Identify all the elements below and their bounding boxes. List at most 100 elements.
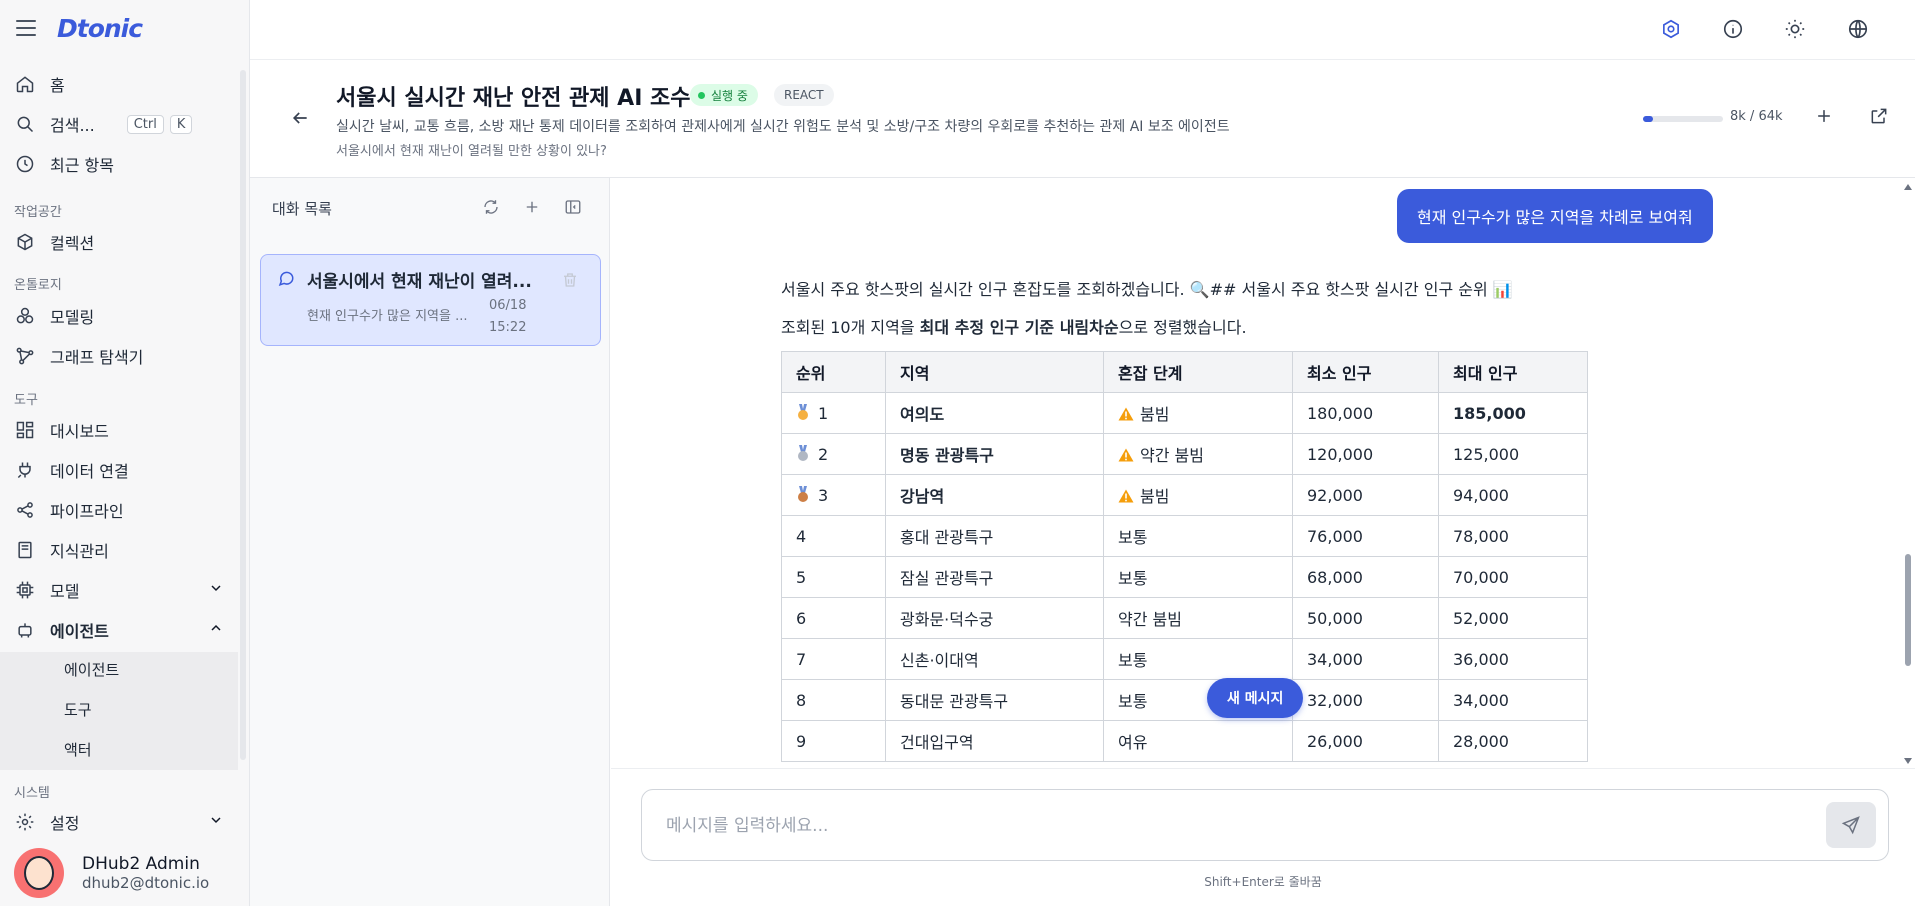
message-input[interactable] [666, 812, 1766, 840]
cell-region: 강남역 [885, 474, 1104, 516]
table-row: 6 광화문·덕수궁 약간 붐빔 50,000 52,000 [781, 597, 1588, 639]
home-icon [14, 73, 36, 95]
rank-value: 3 [818, 485, 829, 505]
cell-min-population: 34,000 [1292, 638, 1439, 680]
sidebar-subitem-actor[interactable]: 액터 [64, 739, 92, 760]
sidebar-item-collection[interactable]: 컬렉션 [14, 226, 94, 258]
collapse-panel-icon[interactable] [564, 198, 582, 220]
summary-text: 으로 정렬했습니다. [1118, 318, 1247, 337]
add-conversation-icon[interactable] [523, 198, 541, 220]
sidebar-item-home[interactable]: 홈 [14, 68, 65, 100]
scroll-down-arrow-icon[interactable] [1904, 758, 1912, 764]
congestion-value: 약간 붐빔 [1118, 610, 1182, 629]
menu-icon[interactable] [16, 20, 36, 36]
conversation-list-item[interactable]: 서울시에서 현재 재난이 열려... 현재 인구수가 많은 지역을 ... 06… [260, 254, 601, 346]
chevron-up-icon[interactable] [208, 620, 224, 640]
composer-area: Shift+Enter로 줄바꿈 [611, 768, 1915, 906]
conversation-list-panel: 대화 목록 서울시에서 현재 재난이 열려... 현재 인구수가 많은 지역을 … [250, 178, 610, 906]
sidebar-item-dashboard[interactable]: 대시보드 [14, 414, 109, 446]
cell-max-population: 70,000 [1438, 556, 1588, 598]
user-name: DHub2 Admin [82, 854, 200, 874]
conversation-time: 15:22 [489, 320, 527, 335]
sidebar-item-label: 데이터 연결 [50, 462, 129, 481]
back-arrow-icon[interactable] [290, 108, 310, 132]
sidebar-item-label: 홈 [50, 76, 65, 95]
sun-icon[interactable] [1784, 18, 1808, 42]
user-profile[interactable]: DHub2 Admin dhub2@dtonic.io [14, 848, 209, 898]
sidebar-item-model[interactable]: 모델 [14, 574, 224, 606]
cell-rank: 9 [781, 720, 886, 762]
rank-value: 2 [818, 444, 829, 464]
sidebar-item-search[interactable]: 검색... Ctrl K [14, 108, 193, 140]
sidebar-item-knowledge[interactable]: 지식관리 [14, 534, 109, 566]
cell-congestion: 붐빔 [1103, 474, 1293, 516]
cell-region: 잠실 관광특구 [885, 556, 1104, 598]
globe-icon[interactable] [1847, 18, 1871, 42]
type-badge: REACT [774, 84, 834, 106]
rank-value: 4 [796, 526, 807, 546]
cell-congestion: 약간 붐빔 [1103, 433, 1293, 475]
cell-min-population: 120,000 [1292, 433, 1439, 475]
shortcut-key-ctrl: Ctrl [126, 114, 164, 134]
table-header-row: 순위 지역 혼잡 단계 최소 인구 최대 인구 [781, 351, 1588, 393]
cell-max-population: 125,000 [1438, 433, 1588, 475]
conversation-title: 서울시에서 현재 재난이 열려... [307, 272, 532, 292]
trash-icon[interactable] [561, 271, 579, 293]
cell-congestion: 붐빔 [1103, 392, 1293, 434]
user-message-bubble: 현재 인구수가 많은 지역을 차례로 보여줘 [1397, 189, 1713, 243]
sidebar-item-label: 컬렉션 [50, 234, 95, 253]
congestion-value: 보통 [1118, 569, 1148, 588]
cell-rank: 8 [781, 679, 886, 721]
sidebar-item-label: 모델 [50, 582, 80, 601]
plug-icon [14, 459, 36, 481]
refresh-icon[interactable] [482, 198, 500, 220]
brand-logo[interactable]: Dtonic [57, 14, 143, 43]
circles-icon [14, 305, 36, 327]
summary-emphasis: 최대 추정 인구 기준 내림차순 [919, 318, 1119, 337]
token-usage-bar [1643, 116, 1723, 122]
chevron-down-icon[interactable] [208, 812, 224, 832]
sidebar-subitem-tools[interactable]: 도구 [64, 699, 92, 720]
chat-area: 현재 인구수가 많은 지역을 차례로 보여줘 서울시 주요 핫스팟의 실시간 인… [611, 178, 1915, 768]
section-label-workspace: 작업공간 [14, 205, 62, 220]
sidebar-scrollbar[interactable] [240, 70, 246, 760]
congestion-value: 붐빔 [1140, 487, 1170, 506]
chat-bubble-icon [277, 269, 295, 291]
congestion-value: 보통 [1118, 692, 1148, 711]
scroll-up-arrow-icon[interactable] [1904, 184, 1912, 190]
sidebar-item-settings[interactable]: 설정 [14, 806, 224, 838]
sidebar-item-graph-explorer[interactable]: 그래프 탐색기 [14, 340, 143, 372]
conversation-timestamp: 06/18 15:22 [489, 295, 526, 339]
shortcut-key-k: K [169, 114, 193, 134]
external-link-icon[interactable] [1869, 106, 1889, 130]
rank-value: 6 [796, 608, 807, 628]
sidebar-item-data-connection[interactable]: 데이터 연결 [14, 454, 129, 486]
cell-region: 여의도 [885, 392, 1104, 434]
sidebar-item-agent[interactable]: 에이전트 [14, 614, 224, 646]
agent-status-icon[interactable] [1660, 18, 1684, 42]
scroll-thumb[interactable] [1905, 554, 1911, 666]
table-row: 7 신촌·이대역 보통 34,000 36,000 [781, 638, 1588, 680]
sidebar-item-label: 대시보드 [50, 422, 109, 441]
new-chat-plus-icon[interactable] [1814, 106, 1834, 130]
cell-congestion: 여유 [1103, 720, 1293, 762]
send-button[interactable] [1826, 802, 1876, 848]
cell-rank: 3 [781, 474, 886, 516]
chevron-down-icon[interactable] [208, 580, 224, 600]
table-row: 2 명동 관광특구 약간 붐빔 120,000 125,000 [781, 433, 1588, 475]
cell-max-population: 185,000 [1438, 392, 1588, 434]
sidebar-item-modeling[interactable]: 모델링 [14, 300, 94, 332]
cell-max-population: 78,000 [1438, 515, 1588, 557]
sidebar-subitem-agent[interactable]: 에이전트 [64, 659, 119, 680]
sidebar-item-recent[interactable]: 최근 항목 [14, 148, 114, 180]
info-icon[interactable] [1722, 18, 1746, 42]
sidebar-item-pipeline[interactable]: 파이프라인 [14, 494, 124, 526]
congestion-value: 붐빔 [1140, 405, 1170, 424]
conversation-list-title: 대화 목록 [272, 200, 332, 218]
cell-rank: 1 [781, 392, 886, 434]
section-label-tools: 도구 [14, 393, 38, 408]
chat-scrollbar[interactable] [1901, 178, 1915, 768]
sidebar-item-label: 에이전트 [50, 622, 109, 641]
new-message-button[interactable]: 새 메시지 [1207, 678, 1304, 718]
top-app-bar [250, 0, 1915, 60]
